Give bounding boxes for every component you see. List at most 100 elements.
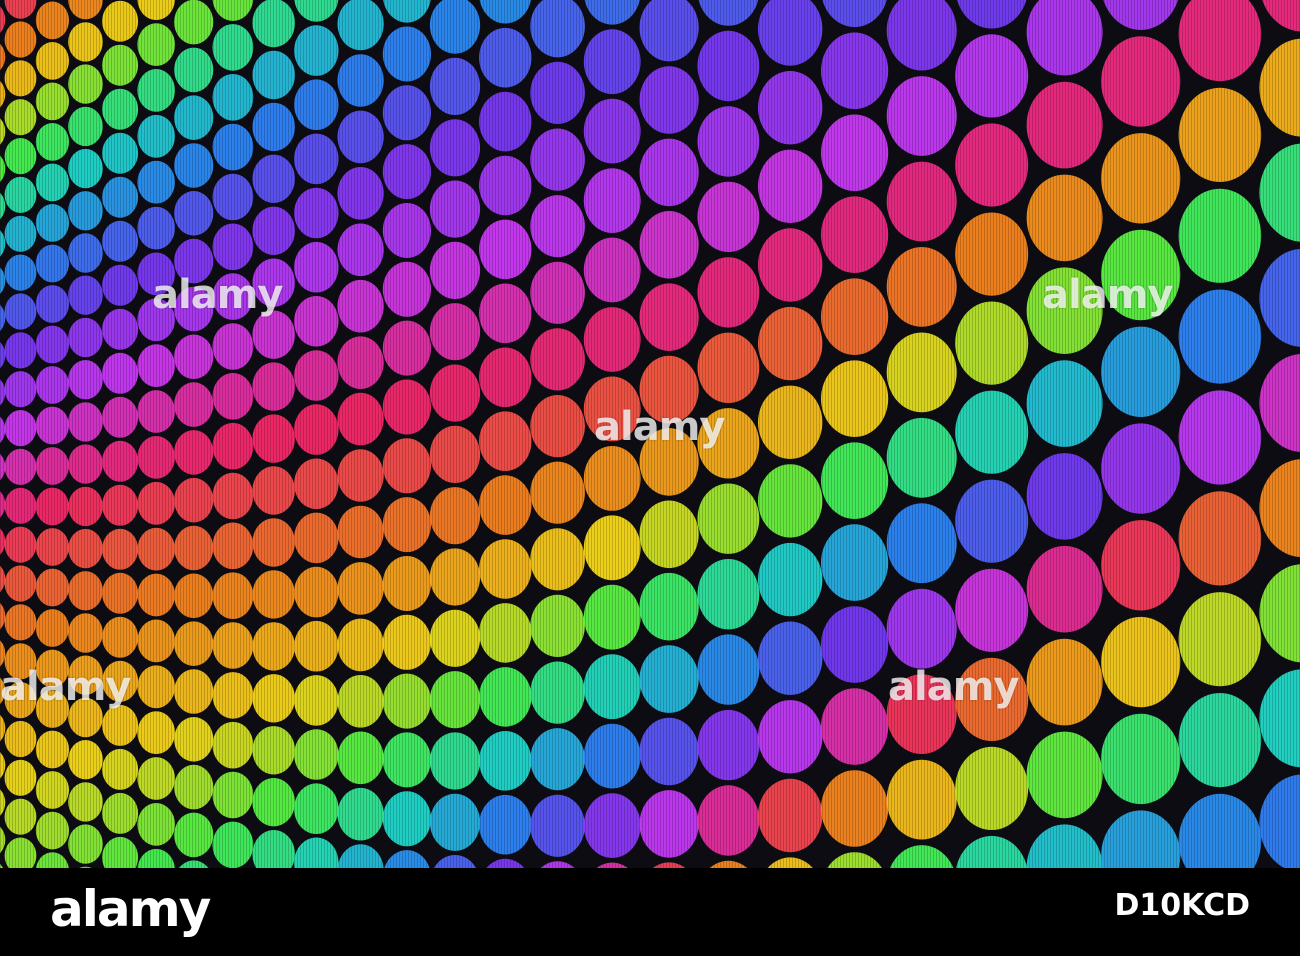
dot-mesh-texture bbox=[68, 0, 103, 20]
dot-mesh-texture bbox=[4, 21, 37, 58]
dot-mesh-texture bbox=[479, 667, 532, 727]
dot-mesh-texture bbox=[337, 731, 384, 785]
dot-mesh-texture bbox=[294, 512, 339, 564]
dot-mesh-texture bbox=[252, 726, 295, 775]
dot-mesh-texture bbox=[4, 487, 37, 524]
dot-mesh-texture bbox=[212, 173, 254, 221]
dot-mesh-texture bbox=[68, 740, 103, 780]
dot-mesh-texture bbox=[337, 675, 384, 728]
dot-mesh-texture bbox=[252, 674, 295, 723]
dot-mesh-texture bbox=[382, 26, 431, 82]
dot-mesh-texture bbox=[102, 792, 139, 834]
dot-mesh-texture bbox=[479, 0, 531, 24]
dot-mesh-texture bbox=[429, 364, 481, 422]
dot-mesh-texture bbox=[137, 665, 175, 709]
dot-mesh-texture bbox=[955, 657, 1029, 742]
dot-mesh-texture bbox=[639, 283, 699, 352]
dot-mesh-texture bbox=[0, 453, 6, 481]
dot-mesh-texture bbox=[429, 732, 481, 790]
dot-mesh-texture bbox=[479, 603, 532, 663]
dot-mesh-texture bbox=[1178, 592, 1262, 687]
dot-mesh-texture bbox=[212, 472, 254, 520]
dot-mesh-texture bbox=[429, 57, 481, 115]
dot-mesh-texture bbox=[4, 720, 37, 758]
dot-mesh-texture bbox=[0, 640, 6, 667]
dot-mesh-texture bbox=[382, 379, 431, 435]
dot-mesh-texture bbox=[758, 542, 823, 617]
dot-mesh-texture bbox=[35, 690, 69, 728]
dot-mesh-texture bbox=[540, 861, 575, 868]
dot-mesh-texture bbox=[1178, 188, 1262, 283]
dot-mesh-texture bbox=[212, 572, 254, 619]
dot-mesh-texture bbox=[137, 69, 175, 112]
dot-mesh-texture bbox=[479, 219, 532, 280]
dot-mesh-texture bbox=[212, 273, 254, 320]
footer-logo: alamy bbox=[50, 880, 211, 938]
dot-mesh-texture bbox=[886, 76, 957, 156]
dot-mesh-texture bbox=[137, 23, 175, 67]
dot-mesh-texture bbox=[709, 860, 748, 868]
dot-mesh-texture bbox=[1101, 229, 1181, 321]
dot-mesh-texture bbox=[639, 355, 699, 424]
dot-mesh-texture bbox=[4, 176, 37, 213]
dot-mesh-texture bbox=[337, 110, 384, 164]
dot-mesh-texture bbox=[174, 621, 214, 666]
dot-mesh-texture bbox=[35, 447, 69, 485]
dot-mesh-texture bbox=[382, 732, 431, 788]
dot-mesh-texture bbox=[697, 257, 760, 328]
dot-mesh-texture bbox=[294, 350, 339, 401]
dot-mesh-texture bbox=[955, 123, 1029, 207]
dot-mesh-texture bbox=[955, 34, 1029, 118]
dot-mesh-texture bbox=[1026, 453, 1103, 540]
dot-mesh-texture bbox=[1101, 616, 1181, 708]
dot-mesh-texture bbox=[0, 379, 6, 406]
dot-mesh-texture bbox=[4, 60, 37, 97]
dot-mesh-texture bbox=[1026, 174, 1103, 262]
dot-mesh-texture bbox=[697, 106, 760, 177]
dot-mesh-texture bbox=[137, 527, 175, 571]
dot-mesh-texture bbox=[1178, 390, 1262, 485]
dot-mesh-texture bbox=[35, 609, 69, 647]
dot-mesh-texture bbox=[174, 95, 214, 140]
dot-mesh-texture bbox=[68, 655, 103, 695]
dot-mesh-texture bbox=[252, 518, 295, 567]
dot-mesh-texture bbox=[530, 461, 585, 524]
dot-mesh-texture bbox=[698, 0, 759, 26]
dot-mesh-texture bbox=[0, 43, 6, 71]
dot-mesh-texture bbox=[758, 385, 823, 459]
dot-mesh-texture bbox=[758, 464, 823, 538]
dot-mesh-texture bbox=[35, 42, 69, 80]
dot-mesh-texture bbox=[174, 191, 214, 236]
dot-mesh-texture bbox=[530, 794, 585, 857]
dot-mesh-texture bbox=[0, 565, 6, 593]
dot-mesh-texture bbox=[68, 824, 103, 864]
dot-mesh-texture bbox=[174, 382, 214, 427]
dot-mesh-texture bbox=[4, 448, 37, 485]
dot-mesh-texture bbox=[174, 764, 214, 810]
dot-mesh-texture bbox=[252, 258, 295, 307]
dot-mesh-texture bbox=[4, 371, 37, 408]
dot-mesh-texture bbox=[429, 425, 481, 483]
dot-mesh-texture bbox=[68, 191, 103, 231]
dot-mesh-texture bbox=[102, 572, 139, 614]
dot-mesh-texture bbox=[4, 410, 37, 447]
dot-mesh-texture bbox=[102, 44, 139, 86]
dot-mesh-texture bbox=[68, 64, 103, 104]
dot-mesh-texture bbox=[639, 790, 699, 858]
dot-mesh-texture bbox=[294, 620, 339, 672]
dot-mesh-texture bbox=[252, 414, 295, 463]
dot-mesh-texture bbox=[479, 794, 532, 855]
dot-mesh-texture bbox=[758, 700, 823, 774]
dot-mesh-texture bbox=[697, 408, 760, 479]
dot-mesh-texture bbox=[174, 573, 214, 619]
dot-mesh-texture bbox=[252, 778, 295, 827]
dot-mesh-texture bbox=[639, 572, 699, 641]
dot-mesh-texture bbox=[174, 47, 214, 93]
dot-mesh-texture bbox=[1101, 810, 1181, 868]
dot-mesh-texture bbox=[956, 835, 1028, 868]
dot-mesh-texture bbox=[174, 669, 214, 714]
dot-mesh-texture bbox=[530, 0, 585, 58]
dot-mesh-texture bbox=[35, 730, 69, 769]
dot-mesh-texture bbox=[102, 660, 139, 702]
dot-mesh-texture bbox=[137, 757, 175, 800]
